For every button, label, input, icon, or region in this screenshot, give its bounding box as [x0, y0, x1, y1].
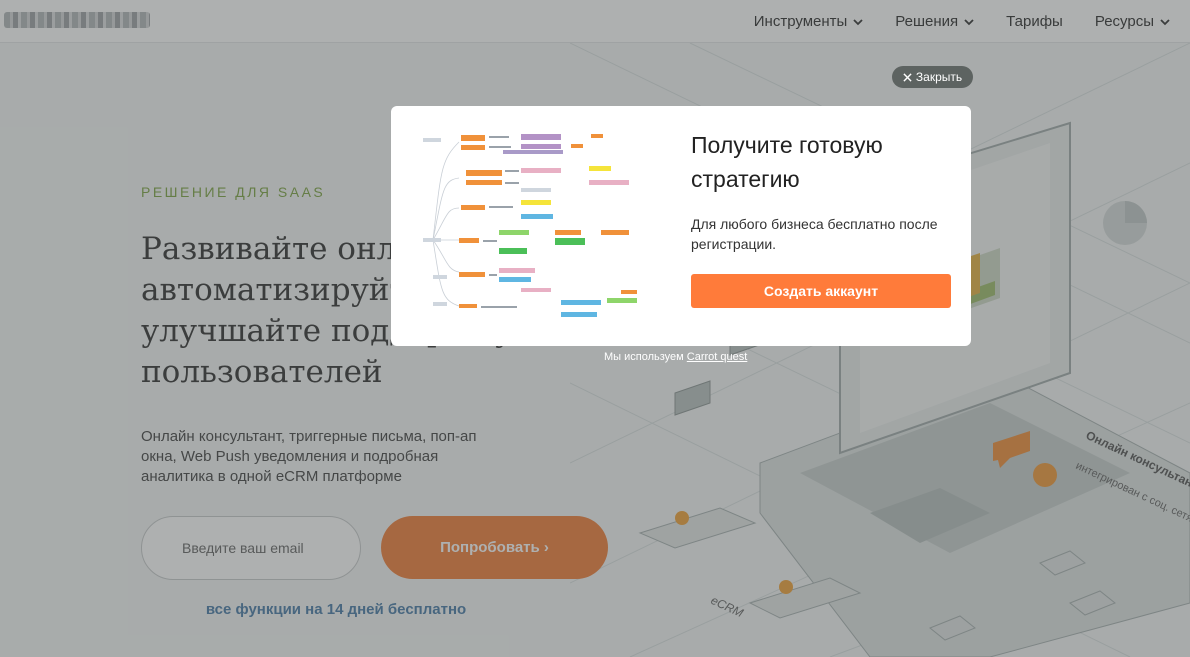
popup-text: Для любого бизнеса бесплатно после регис…	[691, 216, 938, 252]
powered-prefix: Мы используем	[604, 351, 684, 363]
close-icon	[903, 72, 912, 82]
powered-by: Мы используем Carrot quest	[604, 351, 747, 363]
carrot-quest-link[interactable]: Carrot quest	[687, 351, 748, 363]
popup-title: Получите готовую стратегию	[691, 132, 883, 192]
strategy-popup: Получите готовую стратегию Для любого би…	[391, 106, 971, 346]
create-account-button[interactable]: Создать аккаунт	[691, 274, 951, 308]
mindmap-image	[423, 134, 637, 317]
close-button[interactable]: Закрыть	[892, 66, 973, 88]
close-label: Закрыть	[915, 70, 963, 84]
